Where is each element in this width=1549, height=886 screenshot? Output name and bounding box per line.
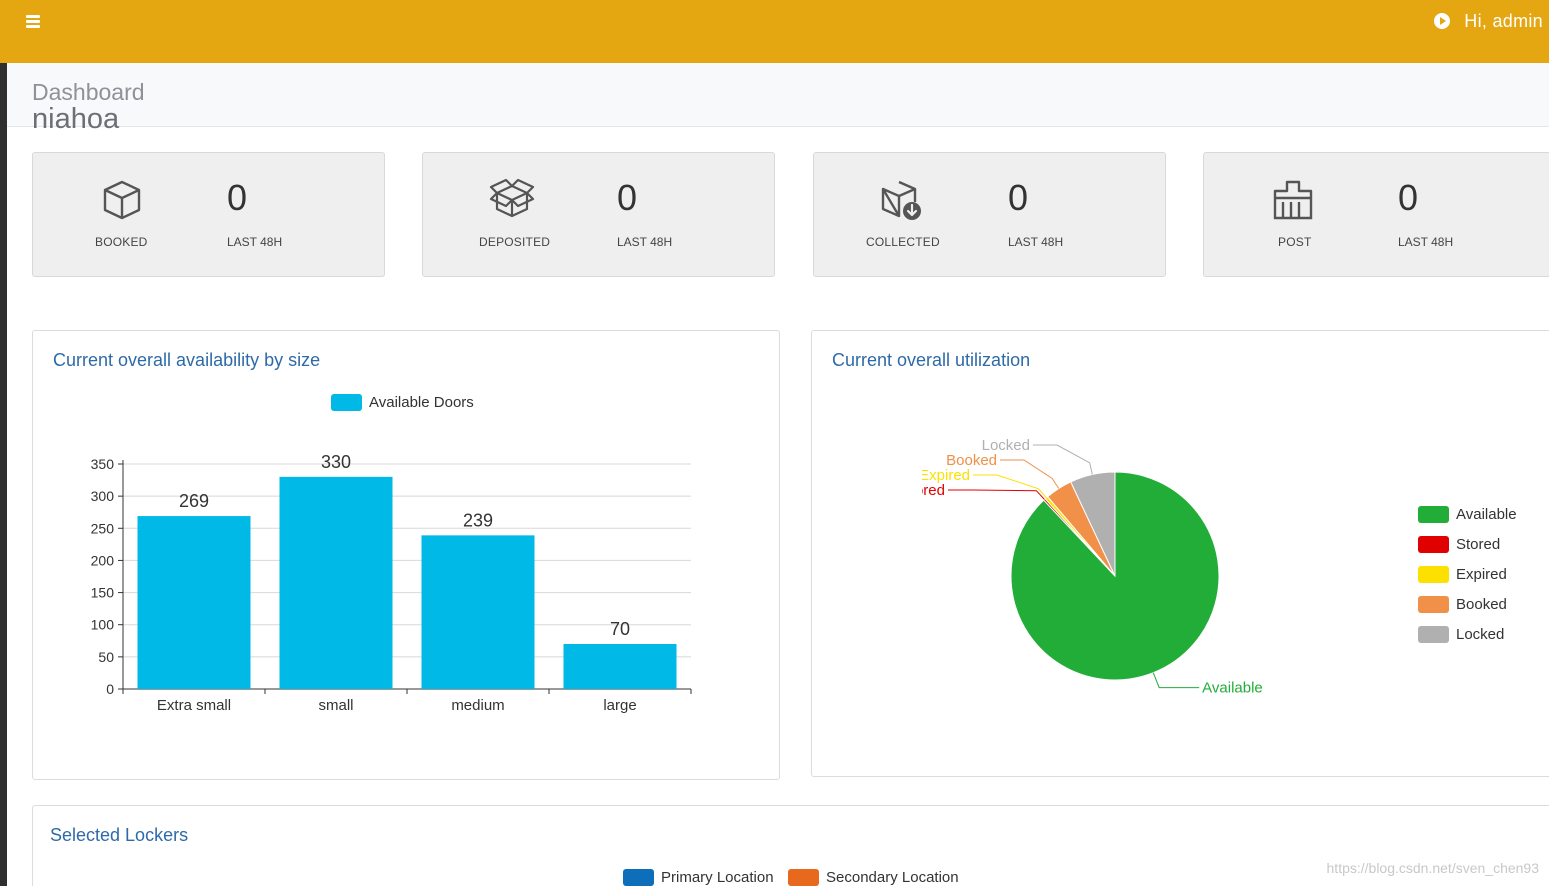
pie-slice-label: Locked (982, 437, 1030, 454)
bar-large[interactable] (563, 644, 677, 689)
legend-primary-location[interactable]: Primary Location (623, 869, 774, 886)
pie-label-line (1000, 459, 1060, 489)
y-tick-label: 250 (91, 520, 115, 536)
legend-swatch (1418, 626, 1449, 643)
legend-label: Booked (1456, 596, 1507, 613)
user-menu[interactable]: Hi, admin (1434, 10, 1543, 32)
bar-value-label: 330 (321, 452, 351, 472)
legend-label: Primary Location (661, 869, 774, 886)
bar-medium[interactable] (421, 535, 535, 689)
y-tick-label: 350 (91, 456, 115, 472)
y-tick-label: 50 (98, 649, 114, 665)
panel-title: Current overall utilization (832, 350, 1031, 370)
bar-extra-small[interactable] (137, 516, 251, 689)
bar-chart: 0 50 100 150 200 250 300 350 269 Extra small 330 sm… (91, 452, 692, 714)
box-download-icon (881, 180, 921, 220)
stat-card-booked[interactable]: BOOKED 0 LAST 48H (32, 152, 385, 277)
sidebar-strip (0, 63, 7, 886)
stat-value: 0 (1398, 177, 1419, 218)
panel-title: Current overall availability by size (53, 350, 321, 370)
legend-label: Locked (1456, 626, 1505, 643)
legend-swatch (1418, 536, 1449, 553)
pie-label-line (948, 489, 1045, 500)
pie-slice-label: Stored (922, 482, 945, 499)
pie-label-line (973, 474, 1047, 499)
pie-legend: Available Stored Expired Booked Locked (1418, 506, 1538, 656)
y-tick-label: 0 (106, 681, 114, 697)
stat-period: LAST 48H (1398, 235, 1454, 249)
stat-period: LAST 48H (227, 235, 283, 249)
pie-chart: Available StoredExpiredBookedLocked (922, 437, 1263, 697)
legend-label: Available Doors (369, 394, 474, 411)
stat-label: DEPOSITED (479, 235, 551, 249)
legend-swatch (1418, 506, 1449, 523)
legend-swatch (331, 394, 362, 411)
legend-label: Available (1456, 506, 1517, 523)
stat-label: POST (1278, 235, 1312, 249)
stat-label: BOOKED (95, 235, 148, 249)
availability-panel: Current overall availability by size Ava… (32, 330, 780, 780)
legend-secondary-location[interactable]: Secondary Location (788, 869, 959, 886)
legend-stored[interactable]: Stored (1418, 536, 1500, 553)
stat-card-deposited[interactable]: DEPOSITED 0 LAST 48H (422, 152, 775, 277)
y-tick-label: 300 (91, 488, 115, 504)
legend-swatch (788, 869, 819, 886)
bar-value-label: 269 (179, 491, 209, 511)
bar-value-label: 70 (610, 619, 630, 639)
stat-value: 0 (227, 177, 248, 218)
pie-slice-label: Available (1202, 680, 1263, 697)
legend-swatch (1418, 596, 1449, 613)
x-category-label: large (603, 697, 636, 714)
mailbox-icon (1273, 180, 1313, 220)
stat-value: 0 (617, 177, 638, 218)
page-title: Dashboard (32, 79, 145, 105)
x-category-label: small (318, 697, 353, 714)
panel-title: Selected Lockers (50, 825, 189, 845)
legend-booked[interactable]: Booked (1418, 596, 1507, 613)
pie-slice-label: Booked (946, 452, 997, 469)
y-tick-label: 200 (91, 552, 115, 568)
hamburger-menu-icon[interactable] (22, 12, 46, 32)
bar-small[interactable] (279, 476, 393, 689)
legend-available-doors[interactable]: Available Doors (331, 394, 474, 411)
user-greeting: Hi, admin (1464, 10, 1543, 31)
stat-period: LAST 48H (617, 235, 673, 249)
legend-available[interactable]: Available (1418, 506, 1517, 523)
bar-value-label: 239 (463, 510, 493, 530)
legend-swatch (623, 869, 654, 886)
legend-label: Expired (1456, 566, 1507, 583)
top-navbar: Hi, admin (0, 0, 1549, 63)
pie-label-line (1152, 672, 1200, 689)
stat-value: 0 (1008, 177, 1029, 218)
stat-label: COLLECTED (866, 235, 940, 249)
legend-label: Stored (1456, 536, 1501, 553)
y-tick-label: 150 (91, 585, 115, 601)
pie-label-line (1033, 444, 1093, 475)
open-box-icon (489, 178, 535, 218)
stat-card-collected[interactable]: COLLECTED 0 LAST 48H (813, 152, 1166, 277)
pie-slice-label: Expired (922, 467, 970, 484)
legend-locked[interactable]: Locked (1418, 626, 1504, 643)
play-circle-icon (1434, 13, 1451, 29)
legend-swatch (1418, 566, 1449, 583)
legend-label: Secondary Location (826, 869, 959, 886)
utilization-panel: Current overall utilization Available Sto… (811, 330, 1549, 777)
x-category-label: medium (451, 697, 504, 714)
selected-lockers-panel: Selected Lockers Primary Location Second… (32, 805, 1549, 886)
x-category-label: Extra small (157, 697, 231, 714)
watermark: https://blog.csdn.net/sven_chen93 (1326, 860, 1539, 876)
legend-expired[interactable]: Expired (1418, 566, 1507, 583)
page-header: Dashboard niahoa (7, 63, 1549, 135)
page-subtitle: niahoa (32, 103, 120, 135)
y-tick-label: 100 (91, 617, 115, 633)
stat-card-post[interactable]: POST 0 LAST 48H (1203, 152, 1549, 277)
cube-icon (103, 180, 141, 220)
stat-period: LAST 48H (1008, 235, 1064, 249)
